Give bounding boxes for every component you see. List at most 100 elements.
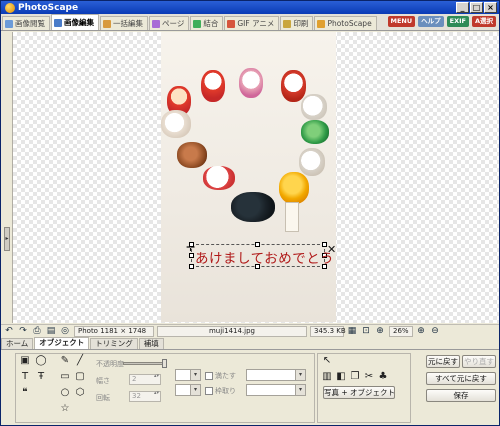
- greeting-placard: [285, 202, 299, 232]
- title-bar: PhotoScape _ □ ×: [1, 1, 499, 14]
- tab-0[interactable]: 画像閲覧: [2, 16, 50, 30]
- copy-icon[interactable]: ❐: [349, 371, 361, 383]
- main-tab-bar: 画像閲覧 画像編集 一括編集 ページ 結合 GIF アニメ 印刷 PhotoScape MENU…: [1, 14, 499, 31]
- fill-color-dropdown[interactable]: ▾: [246, 369, 306, 381]
- rotate-right-icon[interactable]: ↷: [17, 326, 29, 337]
- top-right-badges: MENU ヘルプ EXIF A選択: [387, 16, 496, 27]
- text-tool-icon[interactable]: T: [19, 371, 31, 383]
- fill-checkbox[interactable]: 満たす: [205, 371, 236, 381]
- expand-panel-handle[interactable]: ▸: [4, 227, 10, 251]
- rotate-left-icon[interactable]: ↶: [3, 326, 15, 337]
- resize-handle-bl[interactable]: [189, 264, 194, 269]
- hexagon-tool-icon[interactable]: ⬡: [74, 387, 86, 399]
- outline-checkbox[interactable]: 枠取り: [205, 386, 236, 396]
- minimize-button[interactable]: _: [456, 2, 469, 13]
- subtab-0[interactable]: ホーム: [1, 338, 34, 349]
- tab-label: GIF アニメ: [237, 19, 275, 28]
- trash-icon[interactable]: ▥: [321, 371, 333, 383]
- pen-tool-icon[interactable]: ✎: [59, 355, 71, 367]
- tab-icon: [317, 19, 326, 28]
- badge-button-2[interactable]: EXIF: [446, 16, 469, 27]
- redo-button[interactable]: やり直す: [462, 355, 496, 368]
- zoom-in-icon[interactable]: ⊕: [415, 326, 427, 337]
- photo-plus-object-button[interactable]: 写真 + オブジェクト: [323, 386, 395, 399]
- speech-balloon-icon[interactable]: ◯: [35, 355, 47, 367]
- figurine-horse: [299, 148, 325, 176]
- paste-icon[interactable]: ✂: [363, 371, 375, 383]
- app-window: PhotoScape _ □ × 画像閲覧 画像編集 一括編集 ページ 結合 GIF アニ…: [0, 0, 500, 426]
- tab-5[interactable]: GIF アニメ: [224, 16, 280, 30]
- bring-front-icon[interactable]: ◧: [335, 371, 347, 383]
- tab-1[interactable]: 画像編集: [51, 14, 99, 30]
- tab-2[interactable]: 一括編集: [100, 16, 148, 30]
- tab-icon: [283, 19, 292, 28]
- color-combo-1[interactable]: ▾: [175, 369, 201, 381]
- thickness-spinner[interactable]: 2: [129, 374, 161, 385]
- photo-size-field: Photo 1181 × 1748: [74, 326, 154, 337]
- badge-button-0[interactable]: MENU: [387, 16, 416, 27]
- star-tool-icon[interactable]: ☆: [59, 403, 71, 415]
- tab-label: 一括編集: [113, 19, 143, 28]
- rectangle-tool-icon[interactable]: ▭: [59, 371, 71, 383]
- close-button[interactable]: ×: [484, 2, 497, 13]
- window-controls: _ □ ×: [456, 2, 497, 13]
- tab-3[interactable]: ページ: [149, 16, 190, 30]
- outline-color-dropdown[interactable]: ▾: [246, 384, 306, 396]
- info-icon[interactable]: ◎: [59, 326, 71, 337]
- zoom-out-icon[interactable]: ⊖: [429, 326, 441, 337]
- save-button[interactable]: 保存: [426, 389, 496, 402]
- checkerboard-icon[interactable]: ▦: [346, 326, 358, 337]
- subtab-3[interactable]: 補填: [138, 338, 164, 349]
- rotation-label: 回転: [96, 394, 110, 402]
- quote-icon[interactable]: ❝: [19, 387, 31, 399]
- tab-label: 画像編集: [64, 18, 94, 27]
- zoom-actual-icon[interactable]: ⊕: [374, 326, 386, 337]
- line-tool-icon[interactable]: ╱: [74, 355, 86, 367]
- tab-4[interactable]: 結合: [190, 16, 224, 30]
- insert-photo-icon[interactable]: ▣: [19, 355, 31, 367]
- tab-icon: [5, 19, 13, 28]
- select-pointer-icon[interactable]: ↖: [321, 355, 333, 367]
- print-icon[interactable]: ⎙: [31, 326, 43, 337]
- status-bar: ↶ ↷ ⎙ ▤ ◎ Photo 1181 × 1748 muji1414.jpg…: [1, 324, 499, 338]
- figurine-tiger: [279, 172, 309, 204]
- undo-all-button[interactable]: すべて元に戻す: [426, 372, 496, 385]
- subtab-1[interactable]: オブジェクト: [34, 337, 90, 349]
- figurine-rabbit: [203, 166, 235, 190]
- opacity-slider-thumb[interactable]: [162, 359, 167, 368]
- color-combo-2[interactable]: ▾: [175, 384, 201, 396]
- badge-button-1[interactable]: ヘルプ: [418, 16, 444, 27]
- figurine-rat: [281, 70, 306, 102]
- opacity-slider[interactable]: [123, 359, 167, 368]
- resize-handle-l[interactable]: [189, 253, 194, 258]
- stamp-icon[interactable]: ♣: [377, 371, 389, 383]
- delete-object-icon[interactable]: ✕: [327, 243, 336, 256]
- resize-handle-tl[interactable]: [189, 242, 194, 247]
- subtab-2[interactable]: トリミング: [90, 338, 138, 349]
- outline-label: 枠取り: [215, 387, 236, 395]
- greeting-text-object[interactable]: あけましておめでとう: [195, 247, 334, 267]
- circle-tool-icon[interactable]: ○: [59, 387, 71, 399]
- figurine-dragon: [301, 120, 329, 144]
- undo-button[interactable]: 元に戻す: [426, 355, 460, 368]
- tab-7[interactable]: PhotoScape: [314, 16, 377, 30]
- figurine-ox: [231, 192, 275, 222]
- badge-button-3[interactable]: A選択: [471, 16, 496, 27]
- tab-6[interactable]: 印刷: [280, 16, 314, 30]
- tab-label: PhotoScape: [327, 19, 372, 28]
- text-style-icon[interactable]: Ŧ: [35, 371, 47, 383]
- rotation-spinner[interactable]: 32: [129, 391, 161, 402]
- fit-screen-icon[interactable]: ⊡: [360, 326, 372, 337]
- tab-label: 印刷: [293, 19, 309, 28]
- photo-image[interactable]: [161, 32, 336, 322]
- open-folder-icon[interactable]: ▤: [45, 326, 57, 337]
- zoom-level-field: 26%: [389, 326, 413, 337]
- tab-icon: [193, 19, 202, 28]
- figurine-dog: [239, 68, 263, 98]
- figurine-fish: [177, 142, 207, 168]
- rounded-rect-tool-icon[interactable]: ▢: [74, 371, 86, 383]
- maximize-button[interactable]: □: [470, 2, 483, 13]
- figurine-rooster: [201, 70, 225, 102]
- opacity-label: 不透明度: [96, 360, 124, 368]
- window-title: PhotoScape: [18, 2, 79, 13]
